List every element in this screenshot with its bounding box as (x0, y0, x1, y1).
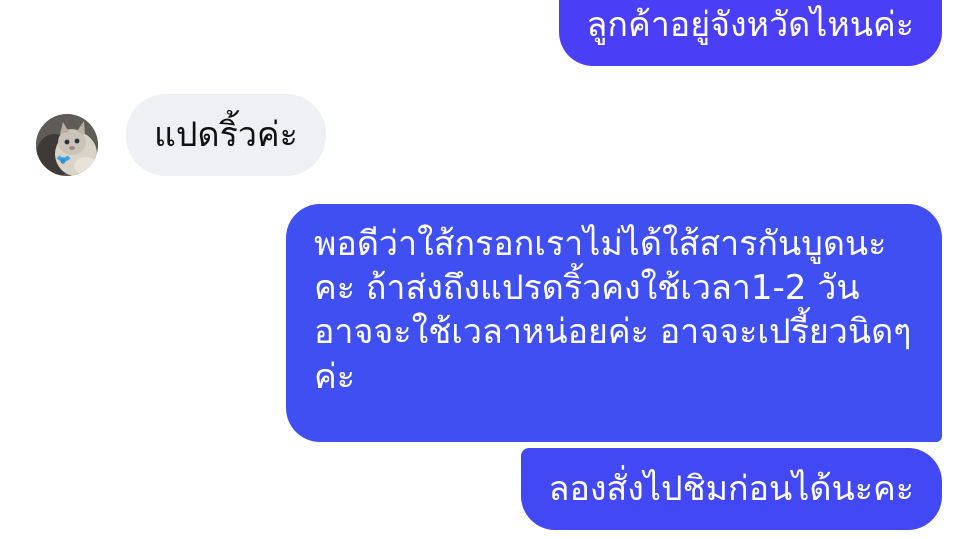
message-bubble-outgoing[interactable]: พอดีว่าใส้กรอกเราไม่ได้ใส้สารกันบูดนะคะ … (286, 204, 942, 442)
message-bubble-outgoing[interactable]: ลองสั่งไปชิมก่อนได้นะคะ (520, 448, 942, 530)
message-bubble-outgoing[interactable]: ลูกค้าอยู่จังหวัดไหนค่ะ (558, 0, 942, 66)
chat-thread: ลูกค้าอยู่จังหวัดไหนค่ะ แปดริ้วค่ะ พอดีว… (0, 0, 960, 539)
message-bubble-incoming[interactable]: แปดริ้วค่ะ (126, 94, 326, 176)
cat-avatar-icon[interactable] (36, 114, 98, 176)
cat-avatar-image (36, 114, 98, 176)
